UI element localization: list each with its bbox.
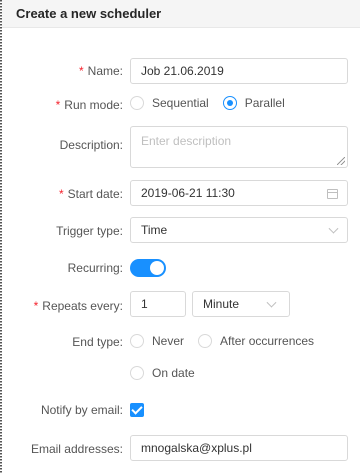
- radio-icon: [198, 334, 213, 348]
- notify-checkbox[interactable]: [130, 403, 144, 417]
- start-date-picker[interactable]: 2019-06-21 11:30: [130, 180, 348, 206]
- end-type-group: Never After occurrences: [130, 334, 328, 348]
- start-date-label: * Start date:: [58, 187, 123, 201]
- radio-icon: [130, 96, 144, 110]
- name-label: * Name:: [78, 64, 123, 78]
- radio-icon: [130, 334, 144, 348]
- dialog-title: Create a new scheduler: [16, 6, 162, 21]
- end-type-on-date[interactable]: On date: [130, 366, 195, 380]
- description-label: Description:: [59, 138, 123, 152]
- run-mode-label: * Run mode:: [55, 98, 123, 112]
- page-border: [0, 0, 2, 474]
- end-type-label: End type:: [72, 335, 123, 349]
- trigger-type-select[interactable]: Time: [130, 217, 348, 243]
- recurring-label: Recurring:: [67, 261, 123, 275]
- end-type-never[interactable]: Never: [130, 334, 184, 348]
- run-mode-parallel[interactable]: Parallel: [222, 96, 285, 110]
- run-mode-group: Sequential Parallel: [130, 96, 299, 110]
- repeat-unit-select[interactable]: Minute: [192, 291, 290, 317]
- repeats-every-input[interactable]: 1: [130, 291, 186, 317]
- calendar-icon: [327, 189, 338, 199]
- end-type-after-occurrences[interactable]: After occurrences: [198, 334, 314, 348]
- toggle-knob: [150, 261, 164, 275]
- name-input[interactable]: Job 21.06.2019: [130, 58, 348, 84]
- chevron-down-icon: [266, 297, 277, 308]
- radio-icon: [130, 366, 144, 380]
- trigger-type-label: Trigger type:: [56, 224, 123, 238]
- description-textarea[interactable]: Enter description: [130, 126, 348, 168]
- resize-handle-icon[interactable]: [337, 157, 345, 165]
- run-mode-sequential[interactable]: Sequential: [130, 96, 209, 110]
- email-input[interactable]: mnogalska@xplus.pl: [130, 435, 348, 461]
- dialog-header: Create a new scheduler: [2, 0, 360, 28]
- repeats-every-label: * Repeats every:: [33, 299, 123, 313]
- end-type-group-2: On date: [130, 366, 209, 380]
- email-label: Email addresses:: [30, 442, 123, 456]
- chevron-down-icon: [328, 223, 339, 234]
- radio-checked-icon: [222, 96, 237, 110]
- notify-label: Notify by email:: [40, 403, 123, 417]
- recurring-toggle[interactable]: [130, 259, 166, 277]
